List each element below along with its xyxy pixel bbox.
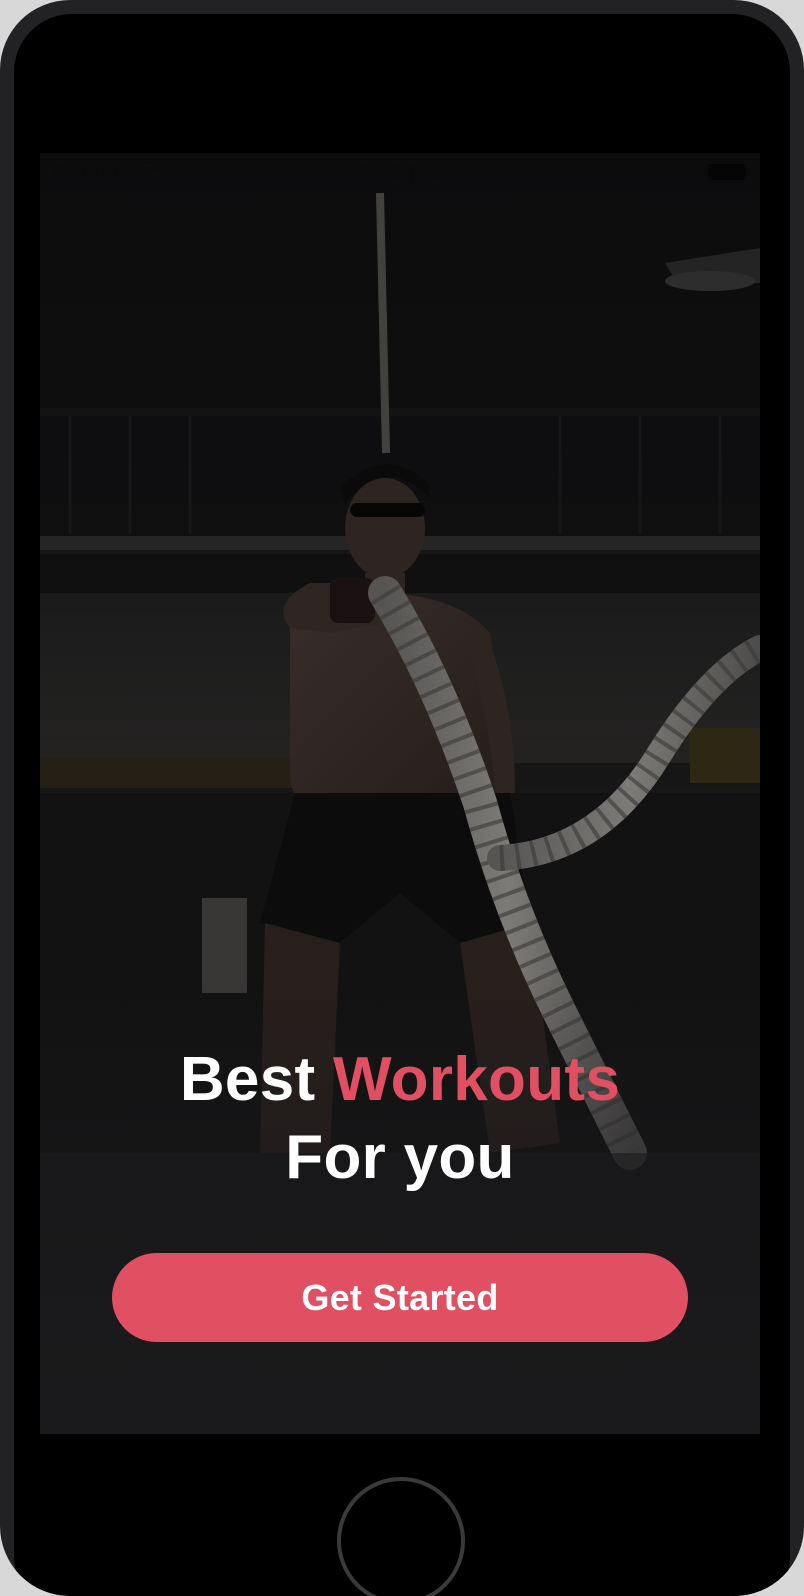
headline-line-2: For you <box>285 1123 515 1192</box>
status-bar: Carrier 2:36 PM <box>40 153 760 193</box>
headline-line-1: Best Workouts <box>40 1041 760 1119</box>
get-started-button[interactable]: Get Started <box>112 1253 688 1342</box>
home-button[interactable] <box>337 1477 465 1596</box>
headline-accent: Workouts <box>332 1045 621 1114</box>
headline-prefix: Best <box>179 1045 333 1114</box>
app-screen: Carrier 2:36 PM Best Workouts For you Ge… <box>40 153 760 1434</box>
hero-headline: Best Workouts For you <box>40 1041 760 1197</box>
battery-icon <box>708 164 746 180</box>
hero-background-photo <box>40 153 760 1434</box>
clock-label: 2:36 PM <box>358 160 442 185</box>
phone-device-frame: Carrier 2:36 PM Best Workouts For you Ge… <box>0 0 804 1596</box>
